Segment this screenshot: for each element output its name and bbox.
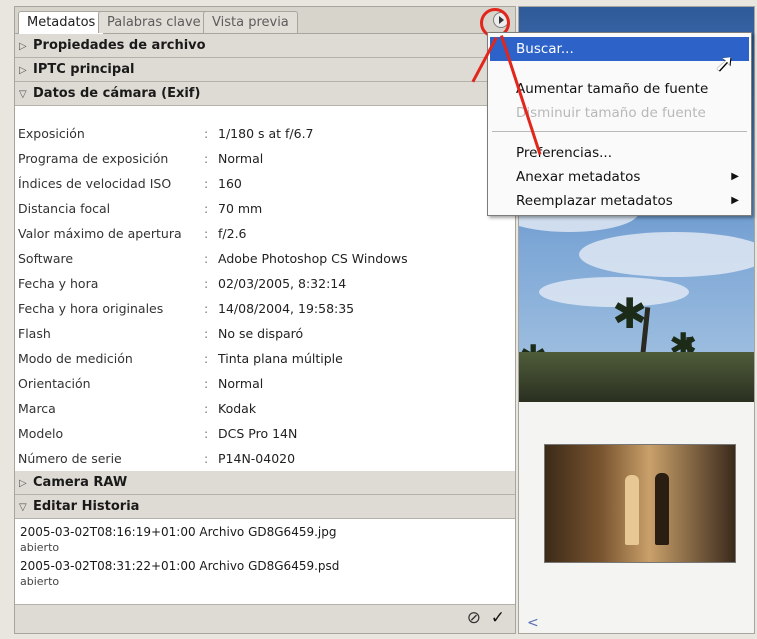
exif-row: Exposición:1/180 s at f/6.7 (15, 121, 515, 146)
collapse-triangle-icon: ▽ (19, 502, 27, 513)
exif-row: Software: Adobe Photoshop CS Windows (15, 246, 515, 271)
field-value: 14/08/2004, 19:58:35 (218, 301, 355, 316)
cancel-icon[interactable]: ⊘ (467, 608, 481, 628)
panel-flyout-menu: Buscar... Aumentar tamaño de fuente Dism… (487, 32, 752, 216)
history-list: 2005-03-02T08:16:19+01:00 Archivo GD8G64… (15, 524, 515, 592)
tab-vista-previa[interactable]: Vista previa (203, 11, 298, 33)
field-value: Tinta plana múltiple (218, 351, 343, 366)
mouse-cursor-icon: ➚ (714, 49, 735, 77)
submenu-arrow-icon: ▶ (731, 195, 739, 206)
preview-thumbnail[interactable] (544, 444, 736, 563)
section-camera-raw[interactable]: ▷ Camera RAW (15, 471, 515, 495)
field-label: Marca (18, 401, 56, 416)
field-label: Índices de velocidad ISO (18, 176, 172, 191)
menu-item-reemplazar-metadatos[interactable]: Reemplazar metadatos ▶ (490, 189, 749, 213)
collapse-triangle-icon: ▽ (19, 89, 27, 100)
menu-item-aumentar-fuente[interactable]: Aumentar tamaño de fuente (490, 77, 749, 101)
exif-row: Modo de medición: Tinta plana múltiple (15, 346, 515, 371)
section-propiedades-archivo[interactable]: ▷ Propiedades de archivo (15, 34, 515, 58)
section-editar-historia[interactable]: ▽ Editar Historia (15, 495, 515, 519)
exif-row: Número de serie: P14N-04020 (15, 446, 515, 471)
exif-row: Programa de exposición: Normal (15, 146, 515, 171)
field-value: P14N-04020 (218, 451, 296, 466)
section-title: Propiedades de archivo (33, 38, 206, 53)
history-entry: 2005-03-02T08:16:19+01:00 Archivo GD8G64… (20, 525, 337, 539)
field-label: Flash (18, 326, 51, 341)
field-label: Fecha y hora (18, 276, 99, 291)
menu-item-anexar-metadatos[interactable]: Anexar metadatos ▶ (490, 165, 749, 189)
field-label: Modelo (18, 426, 64, 441)
history-entry: 2005-03-02T08:31:22+01:00 Archivo GD8G64… (20, 559, 340, 573)
exif-row: Valor máximo de apertura: f/2.6 (15, 221, 515, 246)
field-value: 1/180 s at f/6.7 (218, 126, 314, 141)
field-value: DCS Pro 14N (218, 426, 298, 441)
section-title: Datos de cámara (Exif) (33, 86, 201, 101)
history-entry-status: abierto (20, 541, 60, 554)
field-label: Software (18, 251, 74, 266)
scroll-left-icon[interactable]: < (527, 615, 539, 631)
field-value: Adobe Photoshop CS Windows (218, 251, 408, 266)
history-entry-status: abierto (20, 575, 60, 588)
field-value: 160 (218, 176, 242, 191)
exif-row: Modelo: DCS Pro 14N (15, 421, 515, 446)
exif-table: Exposición:1/180 s at f/6.7 Programa de … (15, 121, 515, 471)
field-label: Distancia focal (18, 201, 111, 216)
submenu-arrow-icon: ▶ (731, 171, 739, 182)
field-label: Exposición (18, 126, 85, 141)
exif-row: Marca: Kodak (15, 396, 515, 421)
tab-metadatos[interactable]: Metadatos (18, 11, 105, 34)
field-value: 02/03/2005, 8:32:14 (218, 276, 347, 291)
exif-row: Fecha y hora:02/03/2005, 8:32:14 (15, 271, 515, 296)
field-label: Número de serie (18, 451, 122, 466)
field-value: Normal (218, 151, 264, 166)
exif-row: Flash: No se disparó (15, 321, 515, 346)
expand-triangle-icon: ▷ (19, 65, 27, 76)
section-title: IPTC principal (33, 62, 135, 77)
application-frame: Metadatos Palabras clave Vista previa ▷ P… (0, 0, 757, 639)
section-exif[interactable]: ▽ Datos de cámara (Exif) (15, 82, 515, 106)
section-title: Editar Historia (33, 499, 140, 514)
menu-item-label: Anexar metadatos (516, 169, 641, 185)
panel-footer: ⊘ ✓ (15, 604, 515, 633)
field-value: Normal (218, 376, 264, 391)
field-value: f/2.6 (218, 226, 247, 241)
field-value: Kodak (218, 401, 257, 416)
exif-row: Distancia focal:70 mm (15, 196, 515, 221)
field-value: No se disparó (218, 326, 304, 341)
menu-item-buscar[interactable]: Buscar... (490, 37, 749, 61)
tab-palabras-clave[interactable]: Palabras clave (98, 11, 210, 33)
checkmark-icon[interactable]: ✓ (491, 608, 505, 628)
exif-row: Fecha y hora originales:14/08/2004, 19:5… (15, 296, 515, 321)
field-label: Valor máximo de apertura (18, 226, 182, 241)
exif-row: Índices de velocidad ISO:160 (15, 171, 515, 196)
field-label: Orientación (18, 376, 91, 391)
field-label: Programa de exposición (18, 151, 169, 166)
field-label: Fecha y hora originales (18, 301, 164, 316)
panel-tab-bar: Metadatos Palabras clave Vista previa (15, 7, 515, 34)
expand-triangle-icon: ▷ (19, 41, 27, 52)
field-value: 70 mm (218, 201, 263, 216)
menu-item-label: Reemplazar metadatos (516, 193, 673, 209)
section-title: Camera RAW (33, 475, 128, 490)
expand-triangle-icon: ▷ (19, 478, 27, 489)
section-iptc[interactable]: ▷ IPTC principal (15, 58, 515, 82)
metadata-panel: Metadatos Palabras clave Vista previa ▷ P… (14, 6, 516, 634)
exif-row: Orientación: Normal (15, 371, 515, 396)
menu-item-preferencias[interactable]: Preferencias... (490, 141, 749, 165)
field-label: Modo de medición (18, 351, 133, 366)
